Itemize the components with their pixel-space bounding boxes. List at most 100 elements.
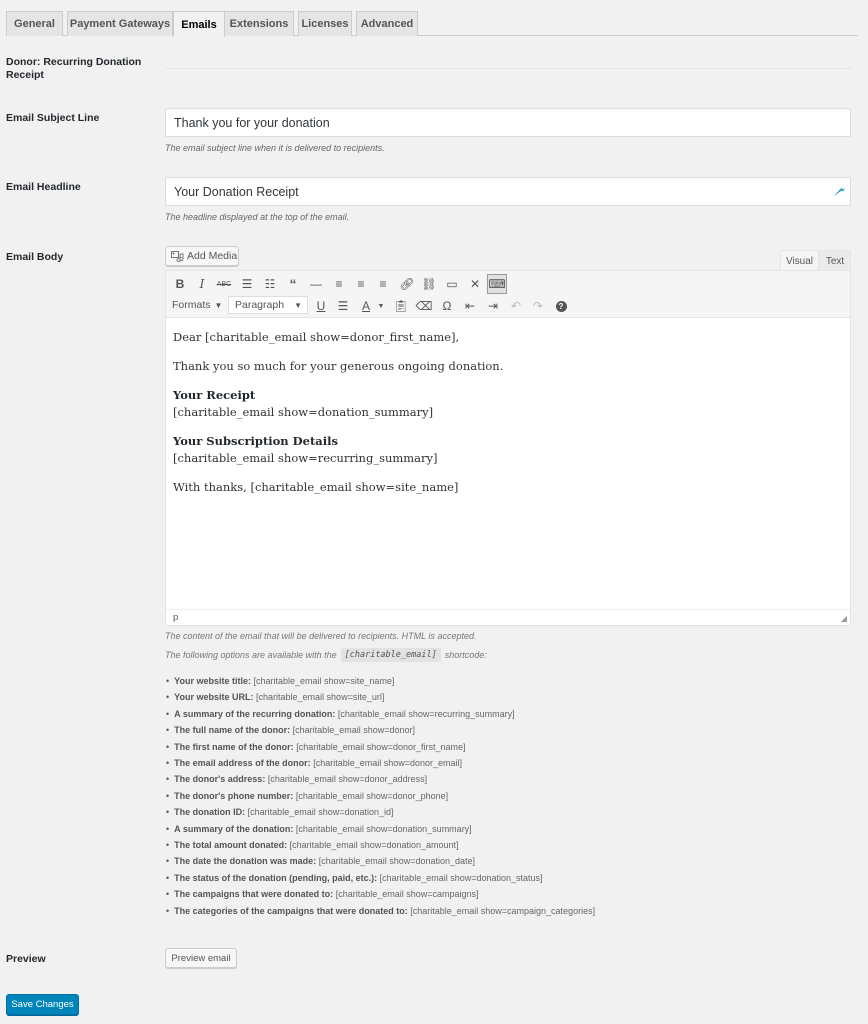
shortcode-option: • Your website title: [charitable_email s… bbox=[166, 673, 595, 689]
option-code: [charitable_email show=donation_date] bbox=[318, 856, 476, 867]
justify-icon[interactable]: ☰ bbox=[333, 296, 353, 316]
align-right-icon[interactable]: ≡ bbox=[373, 274, 393, 294]
subject-input[interactable]: Thank you for your donation bbox=[165, 108, 851, 137]
italic-icon[interactable]: I bbox=[192, 274, 212, 294]
caret-down-icon: ▼ bbox=[214, 300, 223, 310]
clear-formatting-icon[interactable]: ⌫ bbox=[414, 296, 434, 316]
caret-down-icon[interactable]: ▼ bbox=[371, 296, 391, 316]
tab-emails[interactable]: Emails bbox=[173, 11, 225, 37]
option-code: [charitable_email show=donation_amount] bbox=[289, 840, 459, 851]
option-code: [charitable_email show=site_url] bbox=[256, 692, 385, 703]
section-divider bbox=[165, 68, 852, 69]
shortcode-option: • The email address of the donor: [charit… bbox=[166, 755, 595, 771]
tab-general[interactable]: General bbox=[6, 11, 63, 36]
shortcode-option: • A summary of the donation: [charitable_… bbox=[166, 821, 595, 837]
paste-as-text-icon[interactable]: 📋︎ bbox=[391, 296, 411, 316]
outdent-icon[interactable]: ⇤ bbox=[460, 296, 480, 316]
settings-tabs: General Payment Gateways Emails Extensio… bbox=[6, 11, 858, 37]
tab-visual[interactable]: Visual bbox=[780, 250, 819, 271]
shortcode-option: • The total amount donated: [charitable_e… bbox=[166, 837, 595, 853]
thanks-paragraph: Thank you so much for your generous ongo… bbox=[173, 359, 504, 373]
shortcode-options-list: • Your website title: [charitable_email s… bbox=[166, 673, 595, 919]
redo-icon[interactable]: ↷ bbox=[528, 296, 548, 316]
bullet-icon: • bbox=[166, 905, 170, 916]
bullet-icon: • bbox=[166, 708, 170, 719]
shortcode-option: • Your website URL: [charitable_email sho… bbox=[166, 689, 595, 705]
receipt-block: Your Receipt [charitable_email show=dona… bbox=[173, 387, 843, 421]
tab-extensions[interactable]: Extensions bbox=[224, 11, 294, 36]
subject-label: Email Subject Line bbox=[6, 112, 100, 124]
bullet-icon: • bbox=[166, 741, 170, 752]
subscription-shortcode: [charitable_email show=recurring_summary… bbox=[173, 451, 438, 465]
headline-label: Email Headline bbox=[6, 181, 81, 193]
body-description: The content of the email that will be de… bbox=[165, 631, 477, 641]
tab-licenses[interactable]: Licenses bbox=[298, 11, 352, 36]
add-media-button[interactable]: Add Media bbox=[165, 246, 239, 266]
shortcode-option: • The campaigns that were donated to: [ch… bbox=[166, 886, 595, 902]
bullet-list-icon[interactable]: ☰ bbox=[237, 274, 257, 294]
editor-statusbar: p ◢ bbox=[166, 609, 850, 625]
bullet-icon: • bbox=[166, 725, 170, 736]
option-label: Your website URL: bbox=[174, 692, 254, 703]
indent-icon[interactable]: ⇥ bbox=[483, 296, 503, 316]
bullet-icon: • bbox=[166, 758, 170, 769]
element-path[interactable]: p bbox=[173, 612, 178, 623]
formats-label: Formats bbox=[172, 299, 211, 311]
option-code: [charitable_email show=recurring_summary… bbox=[337, 708, 515, 719]
option-label: The donor's address: bbox=[174, 774, 266, 785]
options-intro: The following options are available with… bbox=[165, 648, 487, 662]
option-code: [charitable_email show=donation_status] bbox=[379, 872, 543, 883]
tab-advanced[interactable]: Advanced bbox=[356, 11, 418, 36]
option-code: [charitable_email show=donor_phone] bbox=[295, 790, 449, 801]
bullet-icon: • bbox=[166, 823, 170, 834]
greeting-paragraph: Dear [charitable_email show=donor_first_… bbox=[173, 330, 460, 344]
shortcode-option: • The donor's phone number: [charitable_e… bbox=[166, 788, 595, 804]
option-label: A summary of the recurring donation: bbox=[174, 708, 336, 719]
special-character-icon[interactable]: Ω bbox=[437, 296, 457, 316]
option-code: [charitable_email show=donor_address] bbox=[267, 774, 428, 785]
undo-icon[interactable]: ↶ bbox=[506, 296, 526, 316]
editor-content[interactable]: Dear [charitable_email show=donor_first_… bbox=[166, 319, 850, 610]
wrench-icon[interactable] bbox=[832, 185, 846, 199]
signoff-paragraph: With thanks, [charitable_email show=site… bbox=[173, 480, 459, 494]
formats-menu[interactable]: Formats ▼ bbox=[172, 295, 222, 315]
bullet-icon: • bbox=[166, 790, 170, 801]
horizontal-line-icon[interactable]: — bbox=[306, 274, 326, 294]
blockquote-icon[interactable]: “ bbox=[283, 274, 303, 294]
option-code: [charitable_email show=donor_email] bbox=[313, 758, 463, 769]
insert-link-icon[interactable]: 🔗︎ bbox=[397, 274, 417, 294]
bold-icon[interactable]: B bbox=[170, 274, 190, 294]
option-label: The first name of the donor: bbox=[174, 741, 294, 752]
numbered-list-icon[interactable]: ☷ bbox=[260, 274, 280, 294]
tab-payment-gateways[interactable]: Payment Gateways bbox=[67, 11, 173, 36]
bullet-icon: • bbox=[166, 889, 170, 900]
receipt-heading: Your Receipt bbox=[173, 388, 256, 402]
align-center-icon[interactable]: ≡ bbox=[351, 274, 371, 294]
headline-value: Your Donation Receipt bbox=[174, 184, 299, 199]
bullet-icon: • bbox=[166, 840, 170, 851]
toolbar-toggle-icon[interactable]: ⌨︎ bbox=[487, 274, 507, 294]
fullscreen-icon[interactable]: ✕ bbox=[465, 274, 485, 294]
subject-description: The email subject line when it is delive… bbox=[165, 143, 385, 153]
option-code: [charitable_email show=campaign_categori… bbox=[410, 905, 596, 916]
option-label: The campaigns that were donated to: bbox=[174, 889, 334, 900]
bullet-icon: • bbox=[166, 774, 170, 785]
shortcode-option: • The donor's address: [charitable_email … bbox=[166, 771, 595, 787]
help-icon[interactable]: ? bbox=[551, 296, 571, 316]
align-left-icon[interactable]: ≡ bbox=[329, 274, 349, 294]
preview-email-button[interactable]: Preview email bbox=[165, 948, 237, 968]
underline-icon[interactable]: U bbox=[311, 296, 331, 316]
save-changes-button[interactable]: Save Changes bbox=[6, 994, 79, 1015]
option-code: [charitable_email show=donor_first_name] bbox=[296, 741, 466, 752]
headline-input[interactable]: Your Donation Receipt bbox=[165, 177, 851, 206]
section-title: Donor: Recurring Donation Receipt bbox=[6, 56, 142, 81]
subscription-block: Your Subscription Details [charitable_em… bbox=[173, 433, 843, 467]
resize-handle-icon[interactable]: ◢ bbox=[841, 614, 847, 623]
shortcode-option: • The donation ID: [charitable_email show… bbox=[166, 804, 595, 820]
bullet-icon: • bbox=[166, 807, 170, 818]
paragraph-select[interactable]: Paragraph ▼ bbox=[228, 296, 308, 314]
strikethrough-icon[interactable]: ABC bbox=[214, 274, 234, 294]
read-more-icon[interactable]: ▭ bbox=[442, 274, 462, 294]
tab-text[interactable]: Text bbox=[819, 250, 851, 271]
remove-link-icon[interactable]: ⛓︎ bbox=[419, 274, 439, 294]
